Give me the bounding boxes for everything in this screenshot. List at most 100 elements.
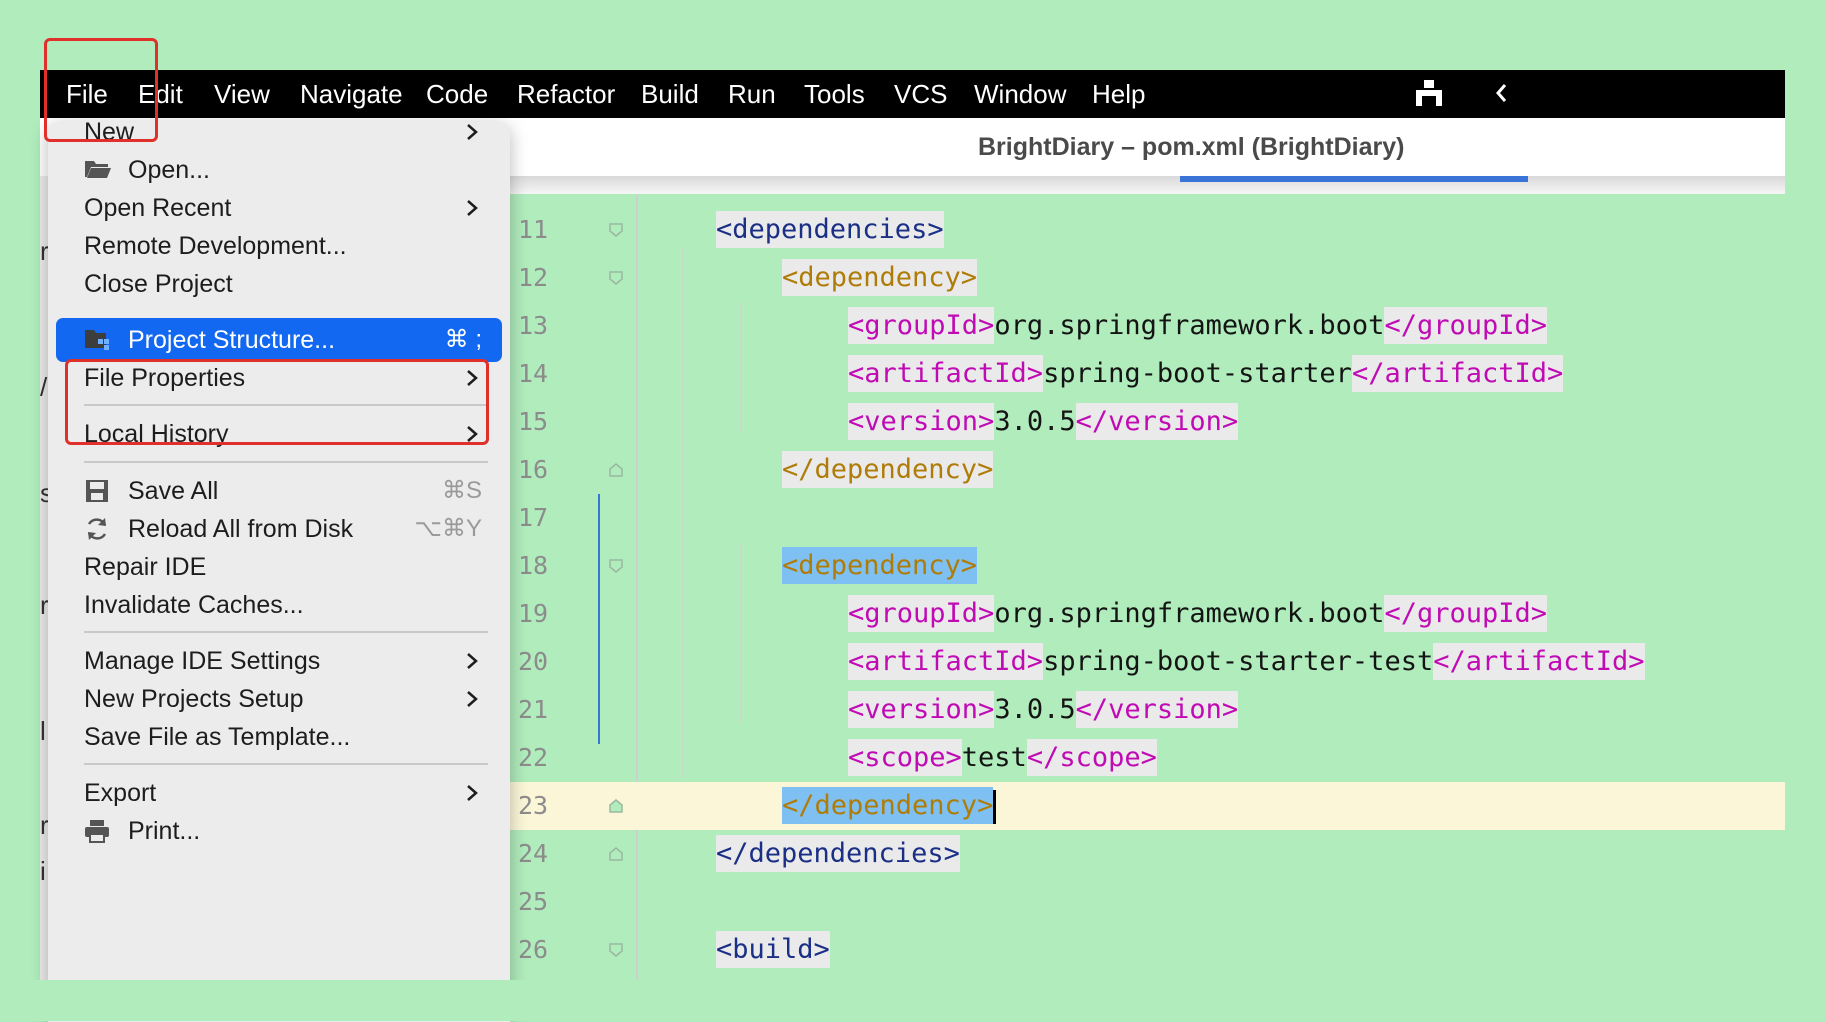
code-text: <scope>test</scope> [848, 734, 1157, 782]
save-icon [84, 478, 112, 504]
collapse-icon[interactable] [1492, 78, 1512, 110]
chevron-right-icon [462, 198, 482, 218]
indent-guide [740, 302, 742, 432]
menu-build[interactable]: Build [641, 70, 699, 118]
line-number: 26 [518, 935, 549, 964]
xml-tag: <build> [716, 931, 830, 968]
code-text: </dependencies> [716, 830, 960, 878]
code-line[interactable]: 20 <artifactId>spring-boot-starter-test</… [510, 638, 1785, 686]
xml-tag: </version> [1075, 403, 1239, 440]
fold-open-icon[interactable] [608, 270, 624, 286]
file-menu: New Open... Open Recent Remote Development.… [48, 118, 510, 1022]
code-line[interactable]: 14 <artifactId>spring-boot-starter</artif… [510, 350, 1785, 398]
code-line[interactable]: 18 <dependency> [510, 542, 1785, 590]
xml-tag: <scope> [848, 739, 962, 776]
menu-item-close-project[interactable]: Close Project [56, 262, 502, 306]
line-number: 24 [518, 839, 549, 868]
code-line[interactable]: 23 </dependency> [510, 782, 1785, 830]
xml-tag: <dependency> [782, 547, 978, 584]
line-number: 22 [518, 743, 549, 772]
indent-guide [740, 544, 742, 724]
folder-open-icon [84, 157, 112, 183]
code-line[interactable]: 21 <version>3.0.5</version> [510, 686, 1785, 734]
layout-icon[interactable] [1414, 78, 1444, 110]
chevron-right-icon [462, 783, 482, 803]
line-number: 14 [518, 359, 549, 388]
project-structure-icon [84, 327, 112, 353]
code-line[interactable]: 25 [510, 878, 1785, 926]
menu-window[interactable]: Window [974, 70, 1066, 118]
project-structure-annotation [65, 359, 489, 445]
code-line[interactable]: 13 <groupId>org.springframework.boot</gro… [510, 302, 1785, 350]
code-line[interactable]: 11 <dependencies> [510, 206, 1785, 254]
code-line[interactable]: 26 <build> [510, 926, 1785, 974]
fold-close-icon[interactable] [608, 846, 624, 862]
chevron-right-icon [462, 689, 482, 709]
chevron-right-icon [462, 122, 482, 142]
code-line[interactable]: 12 <dependency> [510, 254, 1785, 302]
menu-item-save-file-as-template[interactable]: Save File as Template... [56, 715, 502, 759]
code-line[interactable]: 15 <version>3.0.5</version> [510, 398, 1785, 446]
fold-open-icon[interactable] [608, 222, 624, 238]
xml-text: spring-boot-starter [1043, 358, 1352, 389]
xml-tag: <version> [848, 691, 995, 728]
line-number: 16 [518, 455, 549, 484]
menu-separator [84, 461, 488, 463]
xml-tag: </artifactId> [1351, 355, 1564, 392]
menu-item-print[interactable]: Print... [56, 809, 502, 853]
indent-guide [682, 248, 684, 778]
code-line[interactable]: 22 <scope>test</scope> [510, 734, 1785, 782]
line-number: 13 [518, 311, 549, 340]
menu-separator [84, 763, 488, 765]
scope-guide [598, 494, 600, 744]
xml-tag: </groupId> [1384, 595, 1548, 632]
xml-tag: <dependency> [782, 259, 978, 296]
fold-open-icon[interactable] [608, 558, 624, 574]
line-number: 21 [518, 695, 549, 724]
menu-help[interactable]: Help [1092, 70, 1145, 118]
line-number: 11 [518, 215, 549, 244]
xml-text: 3.0.5 [994, 406, 1076, 437]
code-line[interactable]: 24 </dependencies> [510, 830, 1785, 878]
line-number: 18 [518, 551, 549, 580]
menu-separator [84, 631, 488, 633]
menu-item-invalidate-caches[interactable]: Invalidate Caches... [56, 583, 502, 627]
code-text: <version>3.0.5</version> [848, 686, 1239, 734]
line-number: 23 [518, 791, 549, 820]
code-text: <version>3.0.5</version> [848, 398, 1239, 446]
editor-tab-strip [510, 176, 1785, 194]
xml-tag: <version> [848, 403, 995, 440]
code-line[interactable]: 17 [510, 494, 1785, 542]
chevron-right-icon [462, 651, 482, 671]
xml-tag: </scope> [1026, 739, 1157, 776]
line-number: 20 [518, 647, 549, 676]
code-text: <groupId>org.springframework.boot</group… [848, 590, 1548, 638]
fold-close-icon[interactable] [608, 462, 624, 478]
code-text: <dependency> [782, 542, 978, 590]
line-number: 15 [518, 407, 549, 436]
code-line[interactable]: 16 </dependency> [510, 446, 1785, 494]
cut-text-fragment: l [40, 716, 46, 746]
xml-text: spring-boot-starter-test [1043, 646, 1434, 677]
xml-text: 3.0.5 [994, 694, 1076, 725]
code-line[interactable]: 19 <groupId>org.springframework.boot</gro… [510, 590, 1785, 638]
line-number: 25 [518, 887, 549, 916]
xml-tag: <groupId> [848, 307, 995, 344]
menu-tools[interactable]: Tools [804, 70, 865, 118]
xml-tag: <artifactId> [848, 643, 1044, 680]
code-editor[interactable]: 11 <dependencies> 12 <dependency> 13 <groupId… [510, 194, 1785, 980]
line-number: 12 [518, 263, 549, 292]
fold-open-icon[interactable] [608, 942, 624, 958]
code-text: <dependency> [782, 254, 978, 302]
fold-close-icon[interactable] [608, 798, 624, 814]
menu-refactor[interactable]: Refactor [517, 70, 615, 118]
menu-vcs[interactable]: VCS [894, 70, 947, 118]
reload-icon [84, 516, 112, 542]
code-text: <dependencies> [716, 206, 944, 254]
line-number: 19 [518, 599, 549, 628]
menu-run[interactable]: Run [728, 70, 776, 118]
menu-item-label: Print... [128, 817, 201, 845]
code-text: <groupId>org.springframework.boot</group… [848, 302, 1548, 350]
cut-text-fragment: / [40, 372, 48, 402]
xml-tag: <artifactId> [848, 355, 1044, 392]
